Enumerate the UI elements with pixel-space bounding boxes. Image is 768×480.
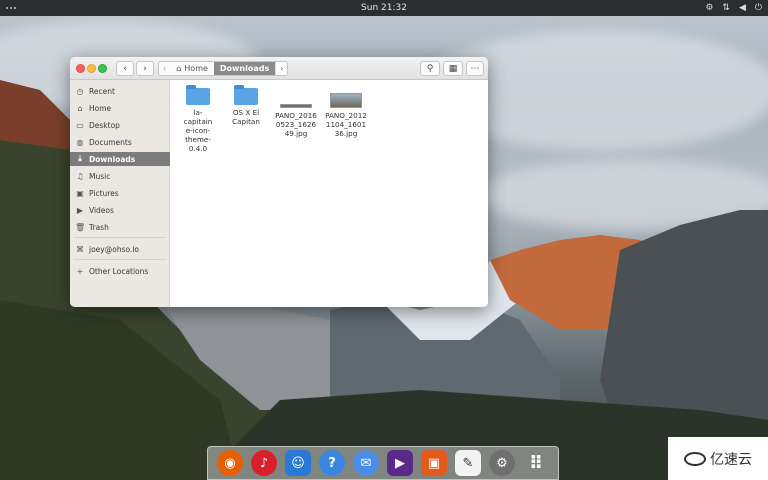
camera-icon: ▣ (76, 188, 84, 198)
path-bar: ‹ ⌂ Home Downloads › (158, 61, 289, 76)
clock-icon: ◷ (76, 86, 84, 96)
path-home[interactable]: ⌂ Home (170, 62, 214, 75)
folder-icon (186, 85, 210, 105)
sidebar-item-downloads[interactable]: ⤓ Downloads (70, 152, 170, 166)
sidebar-item-desktop[interactable]: ▭ Desktop (70, 118, 170, 132)
sidebar-item-music[interactable]: ♫ Music (70, 169, 170, 183)
menu-button[interactable]: ⋯ (466, 61, 484, 76)
sidebar-item-label: joey@ohso.lo (89, 244, 139, 254)
sidebar-item-recent[interactable]: ◷ Recent (70, 84, 170, 98)
close-button[interactable] (76, 64, 85, 73)
app-grid-icon[interactable]: ⠿ (523, 450, 549, 476)
folder-icon (234, 85, 258, 105)
file-name: la-capitaine-icon-theme-0.4.0 (183, 108, 213, 153)
maximize-button[interactable] (98, 64, 107, 73)
sidebar: ◷ Recent ⌂ Home ▭ Desktop ◍ Documents ⤓ … (70, 80, 170, 307)
sidebar-item-label: Trash (89, 222, 109, 232)
search-icon: ⚲ (426, 63, 434, 74)
watermark-text: 亿速云 (710, 451, 752, 468)
network-icon: ⌘ (76, 244, 84, 254)
video-icon: ▶ (76, 205, 84, 215)
sidebar-item-videos[interactable]: ▶ Videos (70, 203, 170, 217)
sidebar-item-label: Other Locations (89, 266, 149, 276)
file-item[interactable]: PANO_20121104_160136.jpg (320, 88, 372, 138)
sidebar-item-label: Home (89, 103, 112, 113)
firefox-icon[interactable]: ◉ (217, 450, 243, 476)
mail-icon[interactable]: ✉ (353, 450, 379, 476)
more-icon: ⋯ (470, 63, 480, 74)
back-button[interactable]: ‹ (116, 61, 134, 76)
power-icon[interactable]: ⏻ (755, 3, 762, 13)
minimize-button[interactable] (87, 64, 96, 73)
system-tray[interactable]: ⚙ ⇅ ◀ ⏻ (705, 1, 762, 15)
sidebar-item-network[interactable]: ⌘ joey@ohso.lo (70, 242, 170, 256)
download-icon: ⤓ (78, 154, 82, 163)
panel-clock[interactable]: Sun 21:32 (361, 3, 407, 13)
path-home-label: Home (184, 64, 208, 73)
music-icon: ♫ (76, 171, 84, 181)
sidebar-item-label: Pictures (89, 188, 119, 198)
home-icon: ⌂ (77, 103, 83, 113)
sidebar-item-label: Recent (89, 86, 115, 96)
sidebar-item-home[interactable]: ⌂ Home (70, 101, 170, 115)
file-name: PANO_20121104_160136.jpg (325, 111, 367, 138)
file-name: OS X El Capitan (232, 108, 260, 126)
plus-icon: + (76, 266, 84, 276)
home-icon: ⌂ (176, 64, 182, 73)
settings-icon[interactable]: ⚙ (489, 450, 515, 476)
accessibility-icon[interactable]: ⚙ (705, 3, 713, 13)
sidebar-item-label: Desktop (89, 120, 120, 130)
chevron-right-icon: › (143, 63, 147, 74)
image-thumbnail-icon (280, 104, 312, 108)
path-downloads-label: Downloads (219, 64, 270, 73)
path-scroll-left[interactable]: ‹ (159, 62, 171, 75)
dock: ◉ ♪ ☺ ? ✉ ▶ ▣ ✎ ⚙ ⠿ (207, 446, 559, 480)
path-downloads[interactable]: Downloads (213, 62, 276, 75)
sidebar-item-documents[interactable]: ◍ Documents (70, 135, 170, 149)
file-manager-window: ‹ › ‹ ⌂ Home Downloads › ⚲ ▦ ⋯ ◷ Recent … (70, 57, 488, 307)
file-item[interactable]: la-capitaine-icon-theme-0.4.0 (172, 85, 224, 153)
watermark-logo-icon (684, 451, 706, 466)
trash-icon: 🗑 (75, 222, 86, 232)
sidebar-item-pictures[interactable]: ▣ Pictures (70, 186, 170, 200)
sidebar-divider (74, 259, 166, 260)
chevron-left-icon: ‹ (123, 63, 127, 74)
search-button[interactable]: ⚲ (420, 61, 440, 76)
sidebar-item-label: Downloads (89, 154, 136, 164)
sidebar-item-trash[interactable]: 🗑 Trash (70, 220, 170, 234)
photos-icon[interactable]: ▣ (421, 450, 447, 476)
sidebar-item-label: Music (89, 171, 111, 181)
file-view: la-capitaine-icon-theme-0.4.0 OS X El Ca… (170, 80, 488, 307)
gimp-icon[interactable]: ✎ (455, 450, 481, 476)
volume-icon[interactable]: ◀ (739, 3, 746, 13)
itunes-icon[interactable]: ♪ (251, 450, 277, 476)
help-icon[interactable]: ? (319, 450, 345, 476)
sidebar-item-label: Documents (89, 137, 132, 147)
sidebar-item-other-locations[interactable]: + Other Locations (70, 264, 170, 278)
documents-icon: ◍ (76, 137, 84, 147)
forward-button[interactable]: › (136, 61, 154, 76)
image-thumbnail-icon (330, 93, 362, 108)
sidebar-item-label: Videos (89, 205, 114, 215)
video-editor-icon[interactable]: ▶ (387, 450, 413, 476)
window-headerbar: ‹ › ‹ ⌂ Home Downloads › ⚲ ▦ ⋯ (70, 57, 488, 80)
file-item[interactable]: OS X El Capitan (220, 85, 272, 126)
sidebar-divider (74, 237, 166, 238)
view-toggle-button[interactable]: ▦ (443, 61, 463, 76)
file-item[interactable]: PANO_20160523_162649.jpg (270, 88, 322, 138)
grid-icon: ▦ (448, 63, 458, 74)
file-name: PANO_20160523_162649.jpg (275, 111, 317, 138)
activities-icon[interactable] (6, 3, 16, 13)
desktop-icon: ▭ (76, 120, 84, 130)
network-icon[interactable]: ⇅ (722, 3, 730, 13)
finder-icon[interactable]: ☺ (285, 450, 311, 476)
watermark: 亿速云 (668, 437, 768, 480)
path-scroll-right[interactable]: › (275, 62, 288, 75)
top-panel: Sun 21:32 ⚙ ⇅ ◀ ⏻ (0, 0, 768, 16)
